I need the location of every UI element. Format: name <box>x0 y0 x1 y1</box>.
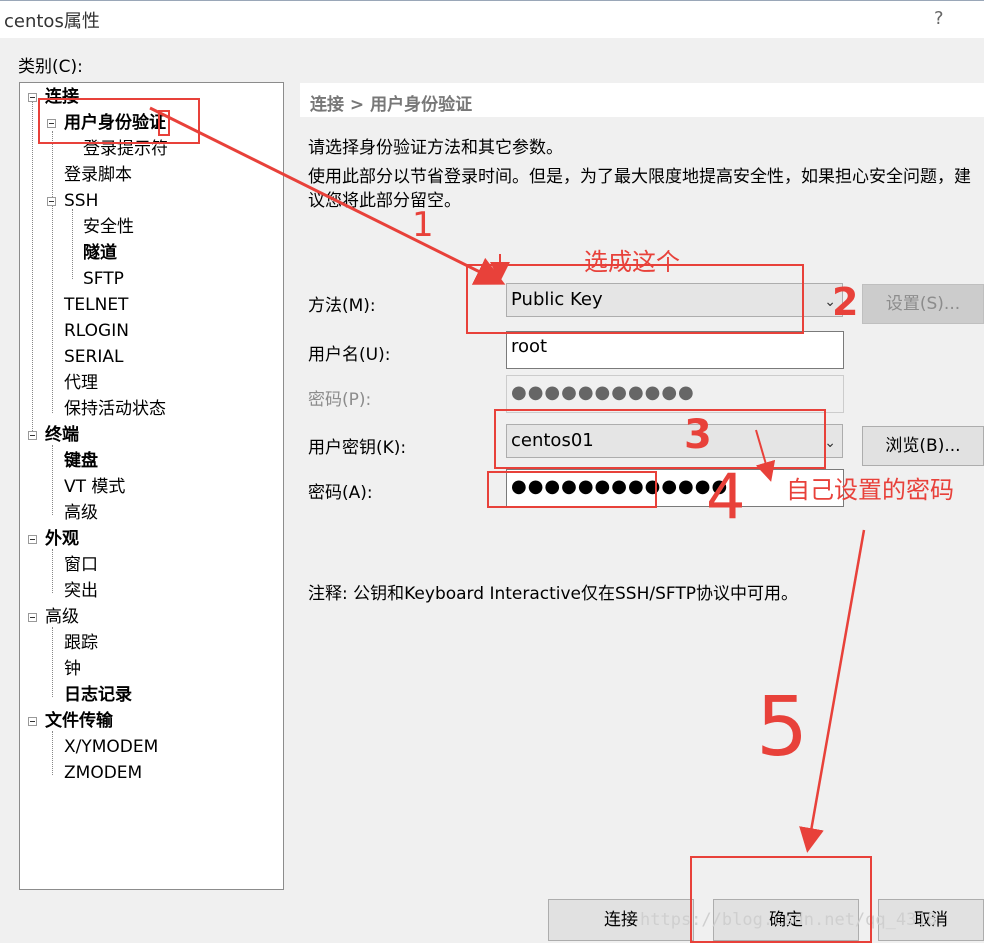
description-line-1: 请选择身份验证方法和其它参数。 <box>308 138 563 158</box>
annotation-box-userkey <box>494 409 826 469</box>
description-line-2: 使用此部分以节省登录时间。但是，为了最大限度地提高安全性，如果担心安全问题，建议… <box>308 167 971 211</box>
passphrase-label: 密码(A): <box>308 483 373 503</box>
tree-item[interactable]: ZMODEM <box>64 762 142 784</box>
tree-item[interactable]: X/YMODEM <box>64 736 158 758</box>
note-text: 注释: 公钥和Keyboard Interactive仅在SSH/SFTP协议中… <box>308 584 799 604</box>
tree-expander-icon[interactable] <box>28 717 37 726</box>
tree-expander-icon[interactable] <box>28 93 37 102</box>
tree-item[interactable]: 终端 <box>45 424 79 446</box>
username-input[interactable]: root <box>506 331 844 369</box>
tree-item[interactable]: VT 模式 <box>64 476 125 498</box>
breadcrumb: 连接 > 用户身份验证 <box>310 95 473 115</box>
tree-item[interactable]: SERIAL <box>64 346 123 368</box>
tree-item[interactable]: 突出 <box>64 580 98 602</box>
annotation-step-2: 2 <box>832 280 859 324</box>
tree-item[interactable]: TELNET <box>64 294 128 316</box>
tree-item[interactable]: 文件传输 <box>45 710 113 732</box>
tree-item[interactable]: 高级 <box>64 502 98 524</box>
userkey-label: 用户密钥(K): <box>308 438 407 458</box>
tree-item[interactable]: 键盘 <box>64 450 98 472</box>
tree-item[interactable]: 外观 <box>45 528 79 550</box>
annotation-choose-this: 选成这个 <box>584 248 680 276</box>
tree-item[interactable]: 安全性 <box>83 216 134 238</box>
tree-item[interactable]: 隧道 <box>83 242 117 264</box>
tree-item[interactable]: SFTP <box>83 268 124 290</box>
username-label: 用户名(U): <box>308 345 391 365</box>
annotation-own-password: 自己设置的密码 <box>786 476 954 504</box>
tree-item[interactable]: 窗口 <box>64 554 98 576</box>
category-label: 类别(C): <box>18 57 83 77</box>
annotation-box-auth <box>38 98 200 144</box>
tree-item[interactable]: 代理 <box>64 372 98 394</box>
password-label: 密码(P): <box>308 390 372 410</box>
annotation-box-passphrase <box>487 471 657 508</box>
help-button[interactable]: ? <box>934 8 944 29</box>
tree-expander-icon[interactable] <box>28 431 37 440</box>
tree-expander-icon[interactable] <box>28 613 37 622</box>
tree-item[interactable]: 钟 <box>64 658 81 680</box>
annotation-box-ok <box>690 856 872 943</box>
method-label: 方法(M): <box>308 296 376 316</box>
title-bar <box>0 0 984 38</box>
annotation-step-4: 4 <box>706 460 746 533</box>
chevron-down-icon: ⌄ <box>824 435 836 451</box>
password-input: ●●●●●●●●●●● <box>506 375 844 413</box>
tree-item[interactable]: 高级 <box>45 606 79 628</box>
browse-button[interactable]: 浏览(B)... <box>862 426 984 466</box>
category-tree[interactable] <box>19 82 284 890</box>
settings-button[interactable]: 设置(S)... <box>862 284 984 324</box>
annotation-box-cursor <box>158 110 170 136</box>
annotation-step-3: 3 <box>684 412 712 458</box>
annotation-step-1: 1 <box>412 205 434 245</box>
tree-expander-icon[interactable] <box>47 197 56 206</box>
tree-item[interactable]: 跟踪 <box>64 632 98 654</box>
tree-expander-icon[interactable] <box>28 535 37 544</box>
tree-item[interactable]: SSH <box>64 190 98 212</box>
arrow-to-ok <box>799 529 866 853</box>
tree-item[interactable]: 保持活动状态 <box>64 398 166 420</box>
window-title: centos属性 <box>4 11 100 32</box>
tree-item[interactable]: RLOGIN <box>64 320 129 342</box>
tree-item[interactable]: 日志记录 <box>64 684 132 706</box>
annotation-step-5: 5 <box>756 680 809 775</box>
tree-item[interactable]: 登录脚本 <box>64 164 132 186</box>
